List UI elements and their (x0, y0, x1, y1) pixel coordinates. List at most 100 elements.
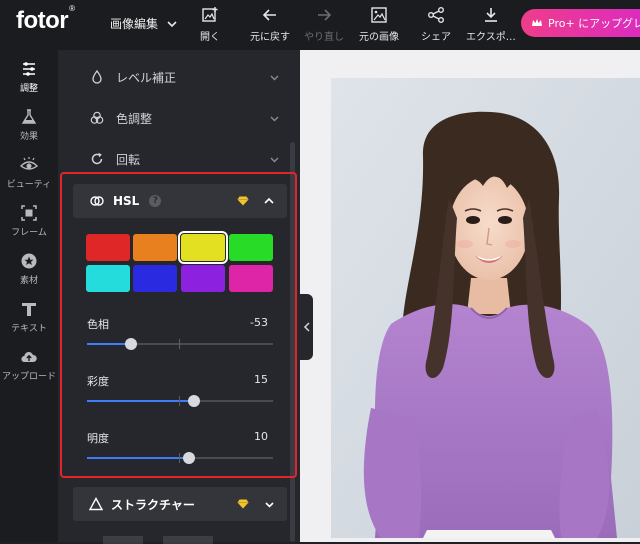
cloud-upload-icon (21, 352, 37, 363)
rotate-icon (91, 152, 103, 165)
hue-value: -53 (250, 316, 268, 329)
chevron-down-icon (265, 501, 274, 508)
edit-mode-dropdown[interactable]: 画像編集 (110, 15, 178, 32)
share-icon (428, 7, 444, 23)
section-structure[interactable]: ストラクチャー (73, 487, 287, 521)
rail-label-upload: アップロード (1, 372, 56, 382)
open-image-icon (202, 7, 218, 22)
top-bar: fotor® 画像編集 開く 元に戻す やり直し 元の画像 シェア エクスポ… … (0, 0, 640, 50)
rail-label-frame: フレーム (11, 228, 47, 238)
saturation-slider-thumb[interactable] (187, 395, 200, 407)
rail-item-text[interactable]: テキスト (0, 300, 58, 334)
open-label: 開く (200, 32, 220, 43)
original-image-icon (371, 7, 387, 23)
rail-label-adjust: 調整 (19, 84, 38, 94)
hue-slider-thumb[interactable] (124, 338, 137, 350)
chevron-left-icon (303, 322, 310, 332)
chevron-down-icon (270, 157, 279, 162)
rail-label-elements: 素材 (19, 276, 38, 286)
chevron-up-icon (264, 197, 274, 204)
undo-button[interactable]: 元に戻す (250, 6, 290, 43)
tool-rail: 調整 効果 ビューティ フレーム 素材 テキスト アップロード (0, 50, 58, 542)
section-levels[interactable]: レベル補正 (72, 57, 292, 97)
share-button[interactable]: シェア (421, 6, 451, 43)
swatch-magenta[interactable] (229, 265, 273, 292)
flask-icon (21, 109, 37, 124)
frame-icon (21, 205, 37, 221)
hsl-rings-icon (90, 196, 104, 206)
swatch-blue[interactable] (133, 265, 177, 292)
chevron-down-icon (270, 75, 279, 80)
edit-mode-label: 画像編集 (110, 17, 159, 31)
original-image-button[interactable]: 元の画像 (359, 6, 399, 43)
hsl-title: HSL (113, 194, 140, 208)
export-label: エクスポ… (466, 32, 516, 43)
saturation-label: 彩度 (87, 375, 109, 388)
saturation-slider-fill (87, 400, 194, 402)
hsl-section-header[interactable]: HSL ? (73, 184, 287, 218)
redo-button[interactable]: やり直し (304, 6, 344, 43)
premium-diamond-icon (237, 196, 249, 206)
lightness-label: 明度 (87, 432, 109, 445)
saturation-slider-center-tick (179, 396, 180, 406)
upgrade-pro-button[interactable]: Pro+ にアップグレード (521, 9, 640, 37)
undo-label: 元に戻す (250, 32, 290, 43)
export-button[interactable]: エクスポ… (466, 6, 516, 43)
fotor-logo[interactable]: fotor® (16, 4, 75, 35)
help-icon[interactable]: ? (149, 195, 162, 207)
collapse-panel-handle[interactable] (300, 294, 313, 360)
undo-arrow-icon (262, 9, 276, 21)
section-levels-label: レベル補正 (116, 70, 177, 85)
section-color-adjust-label: 色調整 (116, 111, 153, 126)
rail-item-elements[interactable]: 素材 (0, 252, 58, 286)
chevron-down-icon (270, 116, 279, 121)
hue-slider[interactable] (87, 338, 273, 350)
chevron-down-icon (167, 20, 177, 27)
original-image-label: 元の画像 (359, 32, 399, 43)
redo-arrow-icon (318, 9, 332, 21)
crown-icon (532, 19, 542, 26)
download-icon (484, 8, 497, 22)
section-rotate-label: 回転 (116, 152, 141, 167)
logo-text: fotor (16, 7, 69, 34)
rail-label-effects: 効果 (19, 132, 38, 142)
logo-registered-mark: ® (69, 4, 75, 13)
swatch-red[interactable] (86, 234, 130, 261)
rail-item-frame[interactable]: フレーム (0, 204, 58, 238)
lightness-slider-center-tick (179, 453, 180, 463)
swatch-yellow[interactable] (178, 231, 228, 264)
upgrade-pro-label: Pro+ にアップグレード (548, 17, 640, 30)
swatch-cyan[interactable] (86, 265, 130, 292)
lightness-value: 10 (254, 430, 268, 443)
swatch-orange[interactable] (133, 234, 177, 261)
swatch-purple[interactable] (181, 265, 225, 292)
text-t-icon (22, 303, 36, 316)
rail-item-beauty[interactable]: ビューティ (0, 156, 58, 190)
lightness-slider[interactable] (87, 452, 273, 464)
saturation-value: 15 (254, 373, 268, 386)
sliders-icon (23, 62, 35, 76)
eye-icon (20, 157, 38, 170)
share-label: シェア (421, 32, 451, 43)
droplet-icon (92, 70, 102, 84)
color-circles-icon (90, 111, 104, 124)
rail-item-upload[interactable]: アップロード (0, 348, 58, 382)
rail-label-beauty: ビューティ (6, 180, 52, 190)
hue-slider-center-tick (179, 339, 180, 349)
redo-label: やり直し (304, 32, 344, 43)
rail-item-effects[interactable]: 効果 (0, 108, 58, 142)
rail-label-text: テキスト (11, 324, 47, 334)
open-button[interactable]: 開く (200, 6, 220, 43)
premium-diamond-icon (237, 499, 249, 509)
section-color-adjust[interactable]: 色調整 (72, 98, 292, 138)
edited-photo[interactable] (331, 78, 640, 538)
triangle-icon (89, 497, 103, 511)
saturation-slider[interactable] (87, 395, 273, 407)
section-structure-label: ストラクチャー (111, 497, 195, 512)
rail-item-adjust[interactable]: 調整 (0, 60, 58, 94)
hue-label: 色相 (87, 318, 109, 331)
portrait-illustration (331, 78, 640, 538)
star-badge-icon (21, 253, 37, 269)
swatch-green[interactable] (229, 234, 273, 261)
lightness-slider-fill (87, 457, 190, 459)
